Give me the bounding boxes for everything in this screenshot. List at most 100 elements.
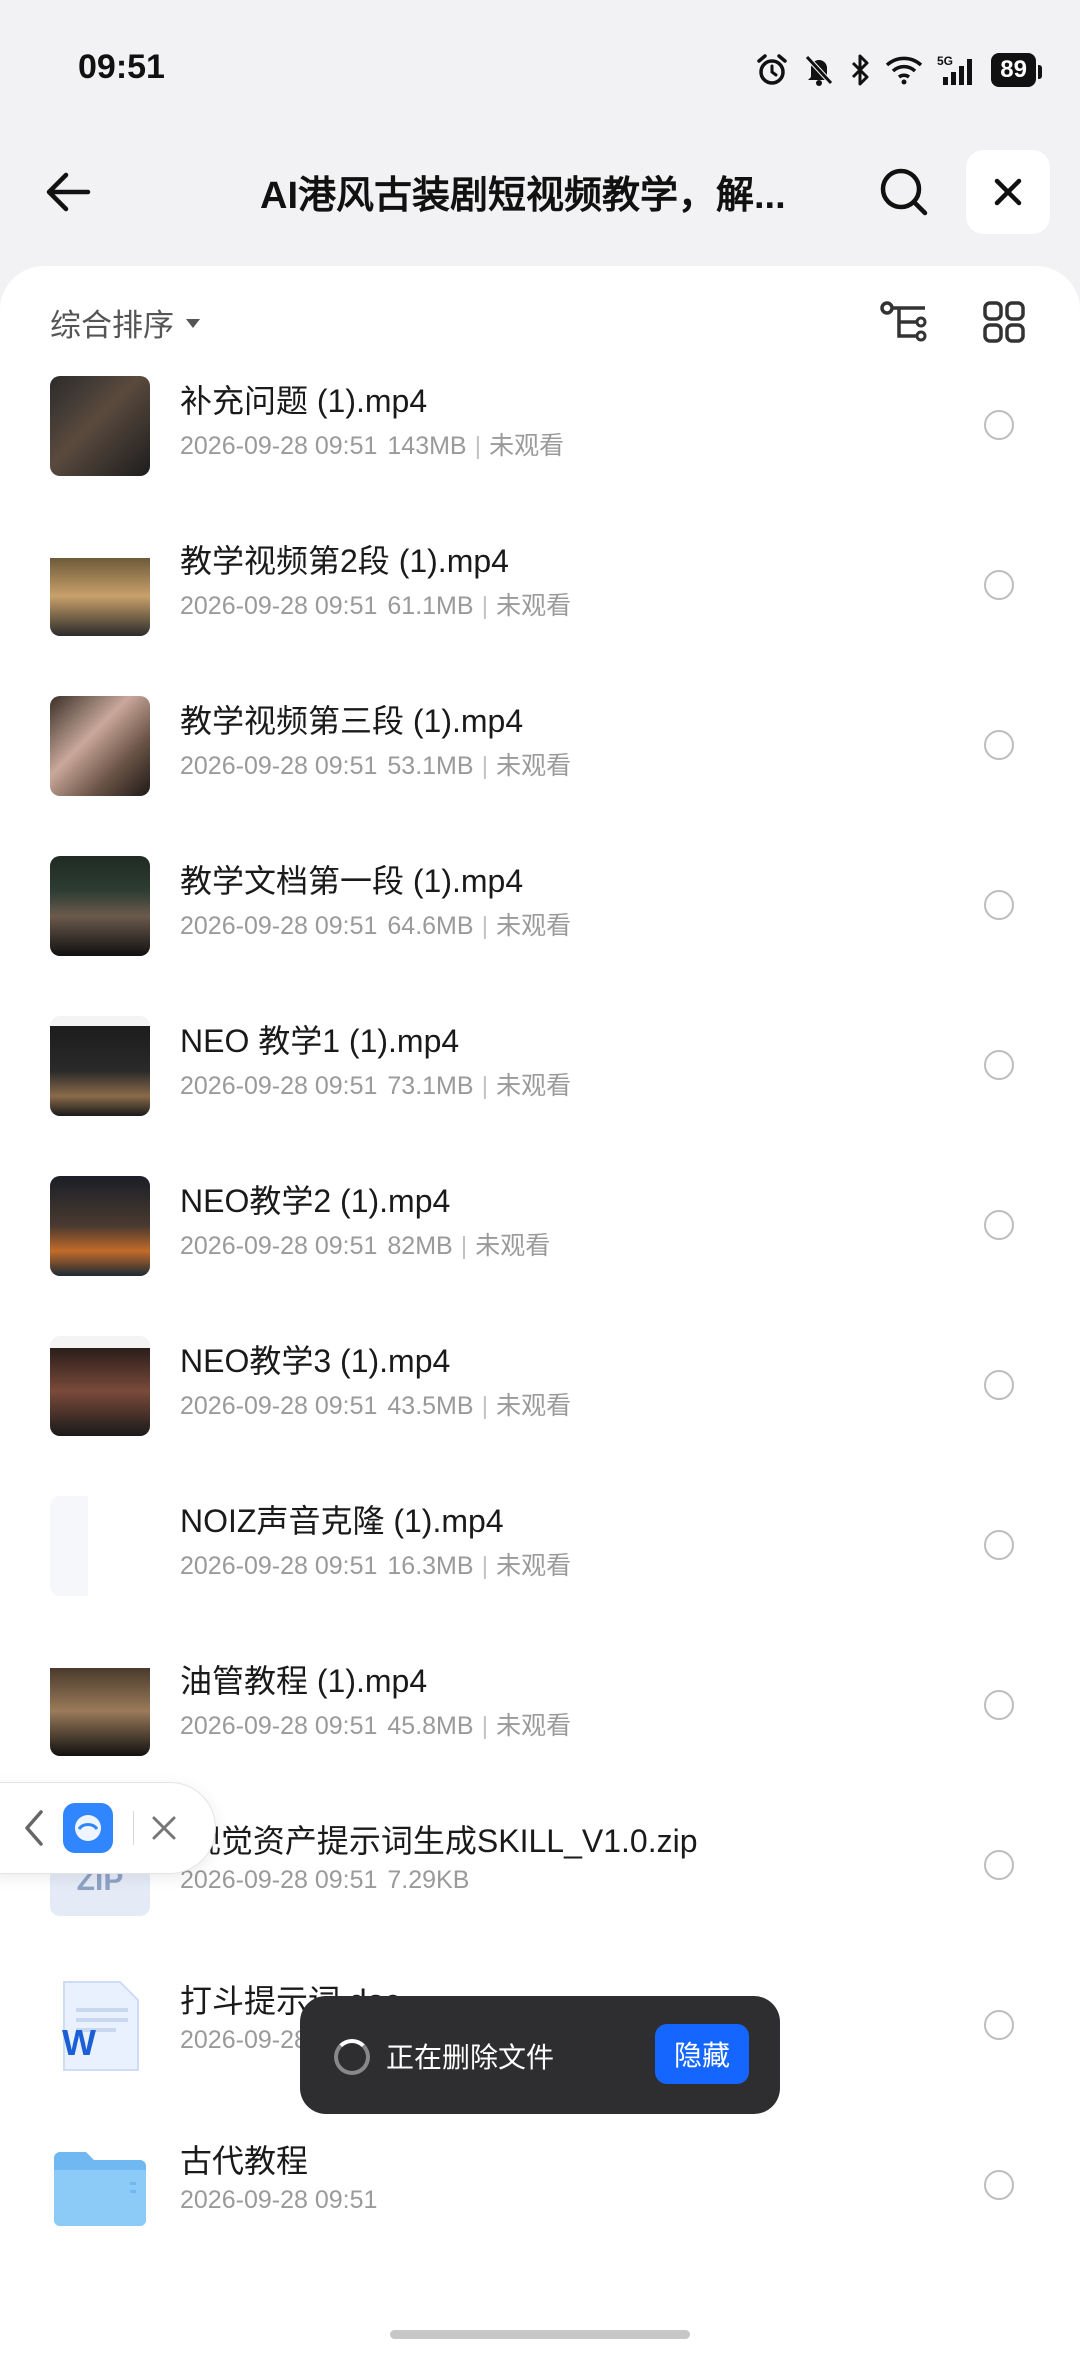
tree-view-icon bbox=[880, 301, 927, 342]
file-meta: 2026-09-28 09:51 73.1MB | 未观看 bbox=[180, 1066, 571, 1102]
select-radio[interactable] bbox=[984, 1690, 1014, 1720]
file-row[interactable]: NEO 教学1 (1).mp4 2026-09-28 09:51 73.1MB | 未观… bbox=[0, 986, 1080, 1146]
back-button[interactable] bbox=[36, 160, 100, 224]
toast-message: 正在删除文件 bbox=[386, 2042, 555, 2073]
file-name: NEO教学2 (1).mp4 bbox=[180, 1183, 451, 1219]
file-size: 43.5MB bbox=[387, 1392, 474, 1420]
file-name: NEO 教学1 (1).mp4 bbox=[180, 1023, 460, 1059]
select-radio[interactable] bbox=[984, 890, 1014, 920]
word-doc-icon: W bbox=[50, 1976, 150, 2076]
caret-down-icon bbox=[186, 318, 200, 328]
header: AI港风古装剧短视频教学，解... bbox=[0, 140, 1080, 240]
file-date: 2026-09-28 09:51 bbox=[180, 1712, 378, 1740]
file-row[interactable]: 补充问题 (1).mp4 2026-09-28 09:51 143MB | 未观看 bbox=[0, 346, 1080, 506]
file-name: .视觉资产提示词生成SKILL_V1.0.zip bbox=[180, 1823, 698, 1859]
assistant-app-icon[interactable] bbox=[63, 1803, 113, 1853]
select-radio[interactable] bbox=[984, 1530, 1014, 1560]
chevron-left-icon[interactable] bbox=[19, 1807, 49, 1849]
file-meta: 2026-09-28 09:51 16.3MB | 未观看 bbox=[180, 1546, 571, 1582]
file-row[interactable]: 教学视频第三段 (1).mp4 2026-09-28 09:51 53.1MB | 未观… bbox=[0, 666, 1080, 826]
watch-status: 未观看 bbox=[496, 1072, 572, 1100]
signal-5g-icon: 5G bbox=[937, 53, 977, 87]
select-radio[interactable] bbox=[984, 570, 1014, 600]
file-size: 45.8MB bbox=[387, 1712, 474, 1740]
file-meta: 2026-09-28 09:51 61.1MB | 未观看 bbox=[180, 586, 571, 622]
sort-dropdown[interactable]: 综合排序 bbox=[50, 300, 202, 345]
watch-status: 未观看 bbox=[496, 1712, 572, 1740]
grid-view-button[interactable] bbox=[976, 294, 1032, 350]
file-row[interactable]: 油管教程 (1).mp4 2026-09-28 09:51 45.8MB | 未观看 bbox=[0, 1626, 1080, 1786]
select-radio[interactable] bbox=[984, 1850, 1014, 1880]
loading-spinner-icon bbox=[334, 2039, 370, 2075]
floating-assistant-widget[interactable] bbox=[0, 1782, 216, 1874]
home-indicator[interactable] bbox=[390, 2330, 690, 2339]
search-button[interactable] bbox=[872, 160, 936, 224]
watch-status: 未观看 bbox=[496, 912, 572, 940]
file-row[interactable]: 教学视频第2段 (1).mp4 2026-09-28 09:51 61.1MB | 未观… bbox=[0, 506, 1080, 666]
arrow-left-icon bbox=[46, 172, 91, 212]
file-date: 2026-09-28 09:51 bbox=[180, 2186, 378, 2214]
hide-button[interactable]: 隐藏 bbox=[655, 2024, 749, 2084]
file-meta: 2026-09-28 09:51 64.6MB | 未观看 bbox=[180, 906, 571, 942]
file-name: 教学视频第2段 (1).mp4 bbox=[180, 543, 509, 579]
video-thumbnail bbox=[50, 696, 150, 796]
search-icon bbox=[880, 168, 928, 216]
file-name: NEO教学3 (1).mp4 bbox=[180, 1343, 451, 1379]
wifi-icon bbox=[885, 55, 923, 85]
watch-status: 未观看 bbox=[489, 432, 565, 460]
file-size: 82MB bbox=[387, 1232, 453, 1260]
select-radio[interactable] bbox=[984, 1370, 1014, 1400]
grid-view-icon bbox=[983, 301, 1025, 343]
tree-view-button[interactable] bbox=[876, 294, 932, 350]
watch-status: 未观看 bbox=[496, 752, 572, 780]
meta-separator: | bbox=[481, 1712, 489, 1740]
file-size: 16.3MB bbox=[387, 1552, 474, 1580]
meta-separator: | bbox=[481, 912, 489, 940]
file-row[interactable]: NEO教学3 (1).mp4 2026-09-28 09:51 43.5MB | 未观看 bbox=[0, 1306, 1080, 1466]
select-radio[interactable] bbox=[984, 2170, 1014, 2200]
file-meta: 2026-09-28 09:51 43.5MB | 未观看 bbox=[180, 1386, 571, 1422]
file-row[interactable]: 教学文档第一段 (1).mp4 2026-09-28 09:51 64.6MB | 未观… bbox=[0, 826, 1080, 986]
file-date: 2026-09-28 09:51 bbox=[180, 1232, 378, 1260]
video-thumbnail bbox=[50, 536, 150, 636]
file-meta: 2026-09-28 09:51 143MB | 未观看 bbox=[180, 426, 564, 462]
svg-text:5G: 5G bbox=[937, 54, 953, 68]
mute-bell-icon bbox=[803, 53, 835, 87]
file-name: 教学视频第三段 (1).mp4 bbox=[180, 703, 524, 739]
file-size: 64.6MB bbox=[387, 912, 474, 940]
word-label: W bbox=[62, 2022, 96, 2063]
alarm-icon bbox=[755, 53, 789, 87]
file-row[interactable]: 古代教程 2026-09-28 09:51 bbox=[0, 2106, 1080, 2266]
file-name: 古代教程 bbox=[180, 2143, 309, 2179]
close-button[interactable] bbox=[966, 150, 1050, 234]
bluetooth-icon bbox=[849, 53, 871, 87]
file-date: 2026-09-28 09:51 bbox=[180, 1392, 378, 1420]
file-date: 2026-09-28 09:51 bbox=[180, 912, 378, 940]
status-bar: 09:51 5G 89 bbox=[0, 0, 1080, 130]
file-date: 2026-09-28 09:51 bbox=[180, 1552, 378, 1580]
file-name: 油管教程 (1).mp4 bbox=[180, 1663, 428, 1699]
widget-close-icon[interactable] bbox=[143, 1807, 185, 1849]
select-radio[interactable] bbox=[984, 1210, 1014, 1240]
select-radio[interactable] bbox=[984, 1050, 1014, 1080]
file-date: 2026-09-28 09:51 bbox=[180, 1866, 378, 1894]
file-size: 143MB bbox=[387, 432, 467, 460]
file-size: 7.29KB bbox=[387, 1866, 470, 1894]
select-radio[interactable] bbox=[984, 730, 1014, 760]
video-thumbnail bbox=[50, 1496, 150, 1596]
sort-label: 综合排序 bbox=[50, 308, 174, 343]
file-row[interactable]: NEO教学2 (1).mp4 2026-09-28 09:51 82MB | 未观看 bbox=[0, 1146, 1080, 1306]
meta-separator: | bbox=[481, 1552, 489, 1580]
file-row[interactable]: NOIZ声音克隆 (1).mp4 2026-09-28 09:51 16.3MB | 未… bbox=[0, 1466, 1080, 1626]
file-size: 61.1MB bbox=[387, 592, 474, 620]
meta-separator: | bbox=[481, 1392, 489, 1420]
select-radio[interactable] bbox=[984, 2010, 1014, 2040]
deleting-toast: 正在删除文件 隐藏 bbox=[300, 1996, 780, 2114]
meta-separator: | bbox=[474, 432, 482, 460]
video-thumbnail bbox=[50, 1656, 150, 1756]
folder-icon bbox=[50, 2136, 150, 2236]
meta-separator: | bbox=[481, 1072, 489, 1100]
watch-status: 未观看 bbox=[475, 1232, 551, 1260]
select-radio[interactable] bbox=[984, 410, 1014, 440]
file-meta: 2026-09-28 09:51 82MB | 未观看 bbox=[180, 1226, 550, 1262]
